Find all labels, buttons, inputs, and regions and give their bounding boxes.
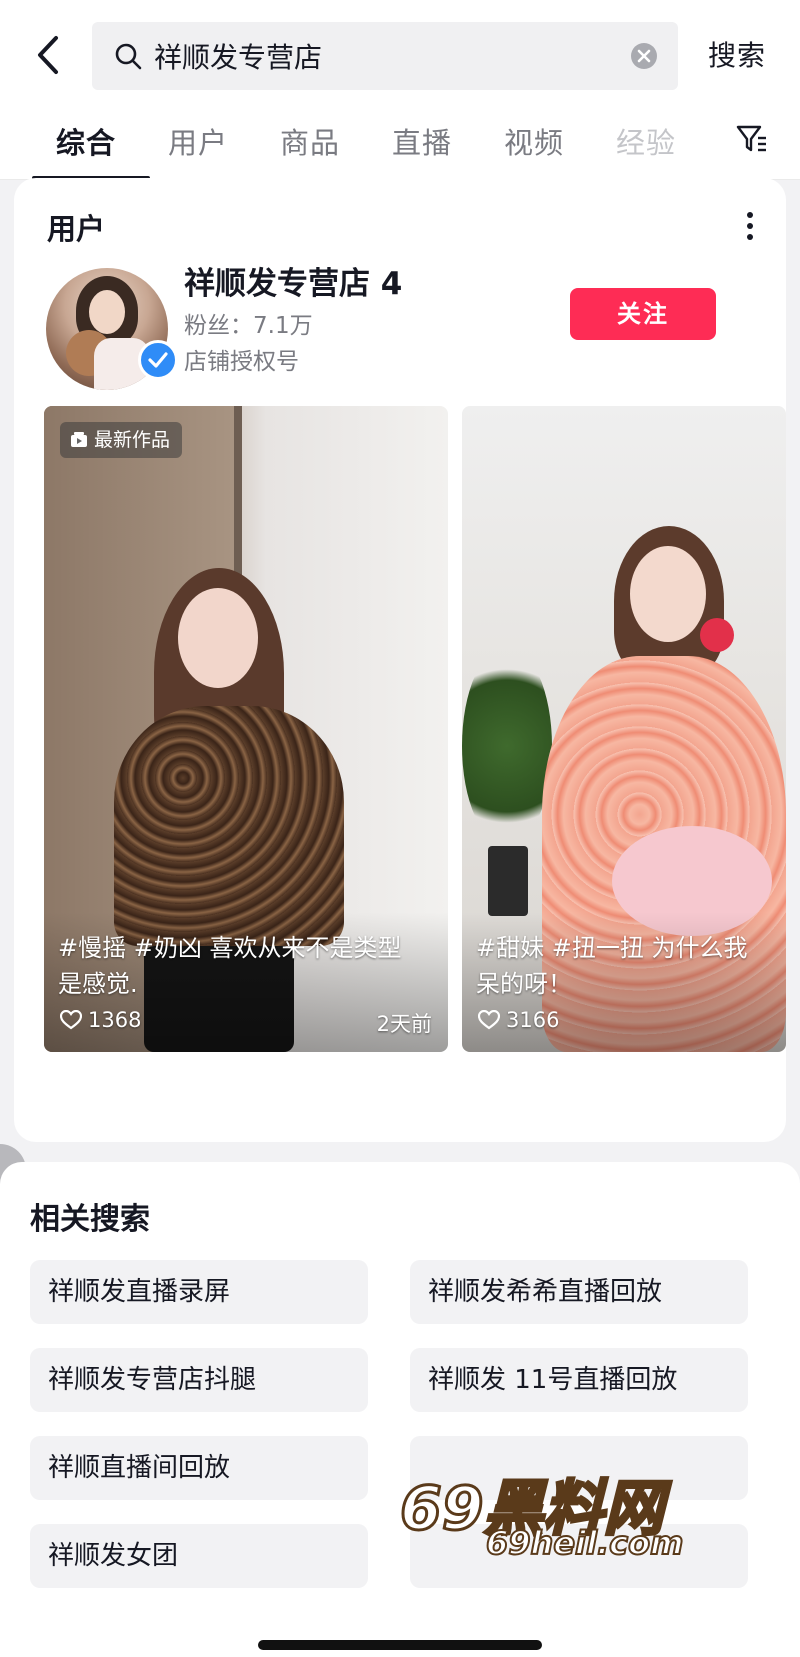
related-searches-title: 相关搜索 [30,1202,150,1237]
search-header: 搜索 [0,0,800,90]
more-icon[interactable] [742,208,758,244]
video-caption-line-2: 是感觉. [58,970,138,998]
follow-button[interactable]: 关注 [570,288,716,340]
tab-experience[interactable]: 经验 [616,120,676,162]
back-button[interactable] [30,30,70,80]
filter-icon[interactable] [736,124,768,154]
tab-comprehensive[interactable]: 综合 [56,120,116,162]
related-search-chip[interactable]: 祥顺发女团 [30,1524,368,1588]
site-watermark-logo: 69黑料网 69heil.com [399,1460,780,1580]
clear-icon[interactable] [630,42,658,70]
tab-users[interactable]: 用户 [168,120,228,162]
video-thumbnail-1[interactable]: 最新作品 #慢摇 #奶凶 喜欢从来不是类型 是感觉. 1368 2天前 [44,406,448,1052]
result-tabs: 综合 用户 商品 直播 视频 经验 [0,90,800,180]
related-search-chip[interactable]: 祥顺发直播录屏 [30,1260,368,1324]
search-icon [115,43,142,70]
related-searches: 相关搜索 祥顺发直播录屏 祥顺发希希直播回放 祥顺发专营店抖腿 祥顺发 11号直… [0,1162,800,1657]
user-account-tag: 店铺授权号 [184,349,299,375]
back-arrow-icon [38,36,58,74]
heart-icon [478,1010,500,1030]
video-likes-count: 3166 [506,1008,560,1032]
related-search-chip[interactable]: 祥顺直播间回放 [30,1436,368,1500]
video-likes-count: 1368 [88,1008,142,1032]
latest-work-label: 最新作品 [94,429,171,451]
video-likes: 1368 [60,1008,141,1032]
related-search-chip[interactable]: 祥顺发希希直播回放 [410,1260,748,1324]
video-time: 2天前 [376,1012,432,1036]
tab-videos[interactable]: 视频 [504,120,564,162]
video-badge-icon [71,432,87,447]
user-name[interactable]: 祥顺发专营店 4 [184,258,402,303]
watermark-url: 69heil.com [485,1523,684,1563]
video-caption: #慢摇 #奶凶 喜欢从来不是类型 是感觉. [58,930,430,1002]
video-caption: #甜妹 #扭一扭 为什么我 呆的呀！ [476,930,786,1002]
search-input[interactable] [154,36,594,76]
user-result-card: 用户 祥顺发专营店 4 粉丝：7.1万 店铺授权号 关注 最新作品 #慢摇 #奶… [14,178,786,1142]
search-button[interactable]: 搜索 [708,34,766,74]
video-thumbnail-2[interactable]: #甜妹 #扭一扭 为什么我 呆的呀！ 3166 [462,406,786,1052]
home-indicator [258,1640,542,1650]
tab-products[interactable]: 商品 [280,120,340,162]
related-search-chip[interactable]: 祥顺发 11号直播回放 [410,1348,748,1412]
video-caption-line-1: #慢摇 #奶凶 喜欢从来不是类型 [58,934,402,962]
verified-check-icon [148,352,168,368]
video-likes: 3166 [478,1008,559,1032]
heart-icon [60,1010,82,1030]
verified-badge [138,340,178,380]
latest-work-badge: 最新作品 [60,422,183,458]
section-title-users: 用户 [47,212,106,246]
tab-live[interactable]: 直播 [392,120,452,162]
related-search-chip[interactable]: 祥顺发专营店抖腿 [30,1348,368,1412]
search-box[interactable] [92,22,678,90]
video-caption-line-1: #甜妹 #扭一扭 为什么我 [476,934,748,962]
video-caption-line-2: 呆的呀！ [476,970,572,998]
user-fans-count: 粉丝：7.1万 [184,313,313,339]
